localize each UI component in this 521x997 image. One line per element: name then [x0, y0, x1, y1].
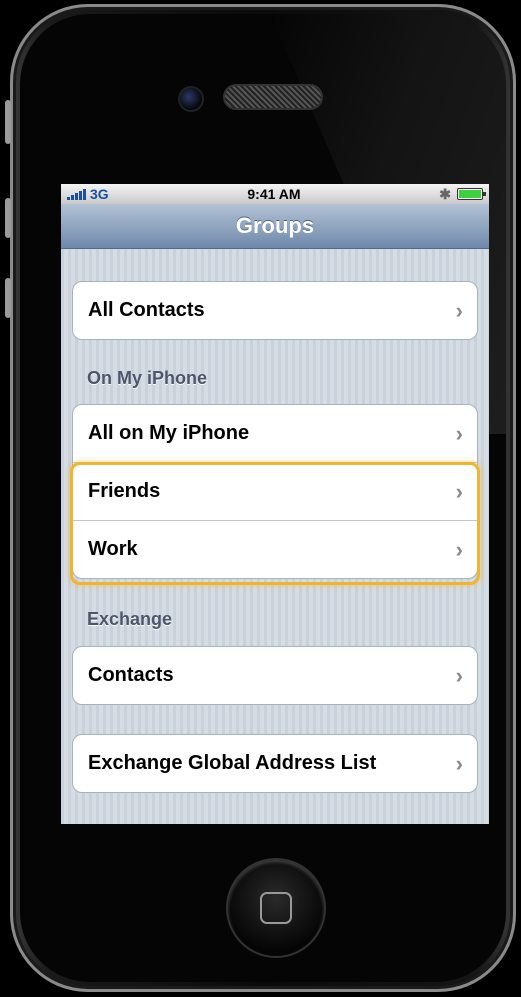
earpiece-speaker: [225, 86, 321, 108]
list-item-work[interactable]: Work ›: [73, 520, 477, 578]
volume-up-button: [5, 198, 11, 238]
row-label: Exchange Global Address List: [88, 752, 377, 774]
mute-switch: [5, 100, 11, 144]
bluetooth-icon: ✱: [439, 185, 451, 202]
status-right: ✱: [439, 185, 486, 203]
group-exchange-gal: Exchange Global Address List ›: [72, 734, 478, 793]
page-title: Groups: [235, 213, 315, 238]
chevron-right-icon: ›: [455, 750, 463, 776]
phone-screen: 3G 9:41 AM ✱ Groups All Contacts › On My…: [61, 184, 489, 824]
clock: 9:41 AM: [247, 186, 301, 202]
navigation-bar: Groups: [61, 204, 489, 249]
chevron-right-icon: ›: [455, 297, 463, 323]
section-header-on-my-iphone: On My iPhone: [87, 368, 208, 388]
row-label: Contacts: [88, 664, 174, 686]
chevron-right-icon: ›: [455, 662, 463, 688]
front-camera: [180, 88, 202, 110]
group-exchange: Contacts ›: [72, 646, 478, 705]
row-label: All on My iPhone: [88, 422, 250, 444]
chevron-right-icon: ›: [455, 536, 463, 562]
list-item-all-contacts[interactable]: All Contacts ›: [73, 282, 477, 339]
list-item-all-on-my-iphone[interactable]: All on My iPhone ›: [73, 405, 477, 462]
home-button-icon: [260, 892, 292, 924]
row-label: All Contacts: [88, 299, 205, 321]
section-header-exchange: Exchange: [87, 609, 173, 629]
list-item-contacts[interactable]: Contacts ›: [73, 647, 477, 704]
home-button[interactable]: [228, 860, 324, 956]
battery-icon: [457, 188, 486, 200]
carrier-info: 3G: [67, 186, 109, 202]
list-item-friends[interactable]: Friends ›: [73, 462, 477, 520]
row-label: Work: [88, 538, 138, 560]
chevron-right-icon: ›: [455, 420, 463, 446]
group-on-my-iphone: All on My iPhone › Friends › Work ›: [72, 404, 478, 579]
chevron-right-icon: ›: [455, 478, 463, 504]
volume-down-button: [5, 278, 11, 318]
groups-list[interactable]: All Contacts › On My iPhone All on My iP…: [61, 249, 489, 824]
status-bar: 3G 9:41 AM ✱: [61, 184, 489, 204]
list-item-exchange-global-address-list[interactable]: Exchange Global Address List ›: [73, 735, 477, 792]
group-all-contacts: All Contacts ›: [72, 281, 478, 340]
row-label: Friends: [88, 480, 161, 502]
signal-icon: [67, 188, 86, 200]
network-type: 3G: [90, 186, 109, 202]
